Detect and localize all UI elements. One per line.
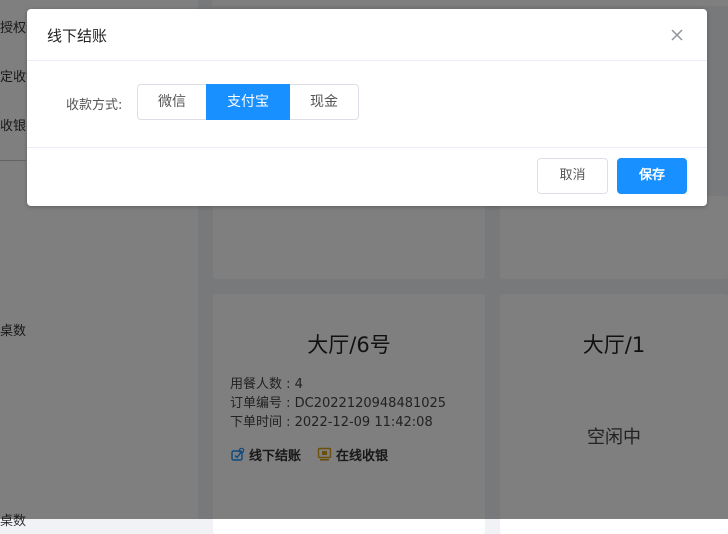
close-icon [671,29,683,41]
offline-checkout-dialog: 线下结账 收款方式: 微信 支付宝 现金 取消 保存 [27,9,707,206]
payment-option-wechat[interactable]: 微信 [137,84,206,120]
dialog-title: 线下结账 [47,27,108,45]
payment-option-alipay[interactable]: 支付宝 [206,84,290,120]
close-button[interactable] [668,26,686,44]
payment-method-group: 微信 支付宝 现金 [137,84,359,120]
dialog-footer: 取消 保存 [27,148,707,206]
dialog-header: 线下结账 [27,9,707,61]
payment-option-cash[interactable]: 现金 [290,84,359,120]
dialog-body: 收款方式: 微信 支付宝 现金 [27,61,707,148]
payment-method-label: 收款方式: [66,98,123,113]
cancel-button[interactable]: 取消 [537,158,608,194]
save-button[interactable]: 保存 [617,158,687,194]
